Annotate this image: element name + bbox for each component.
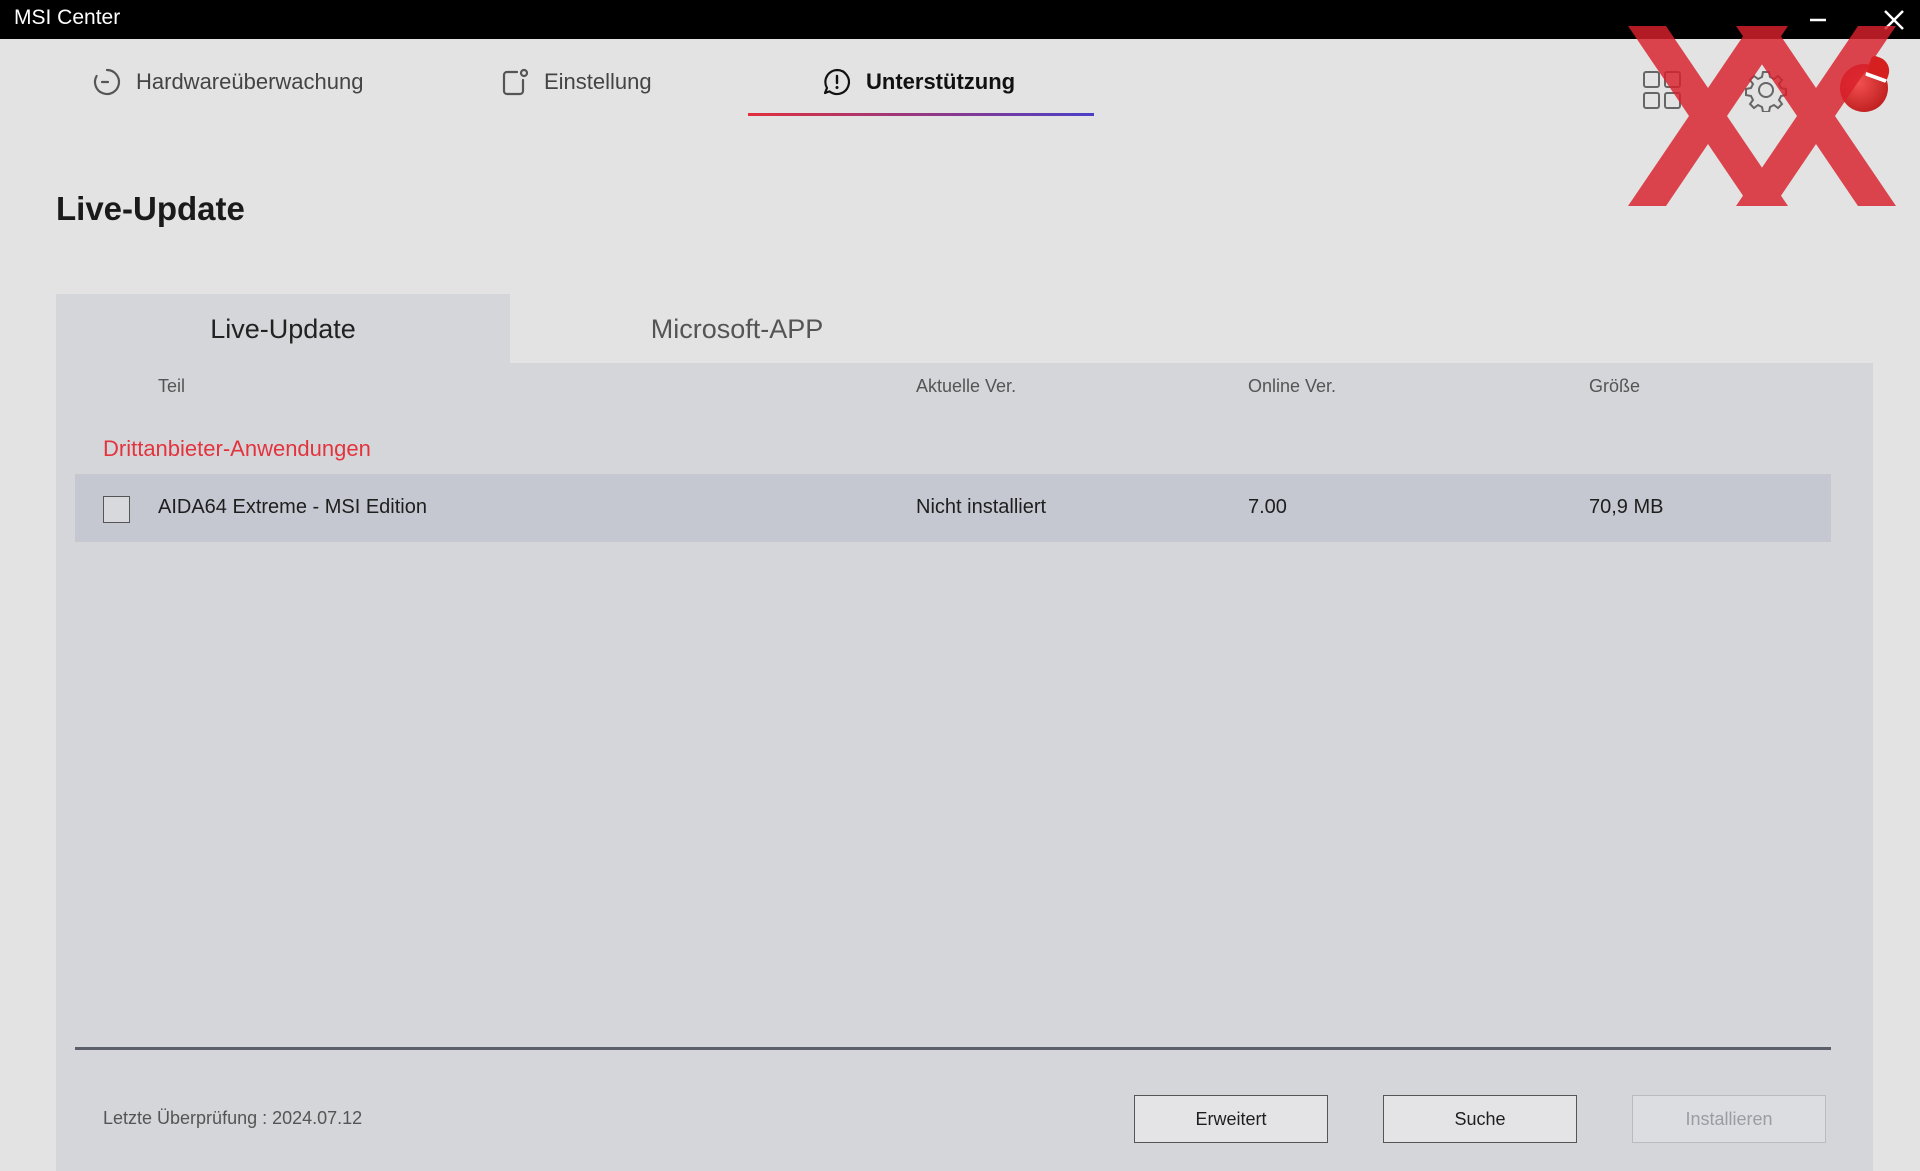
nav-support-label: Unterstützung bbox=[866, 69, 1016, 94]
panel-divider bbox=[75, 1047, 1831, 1050]
gear-icon bbox=[1745, 71, 1787, 113]
install-button[interactable]: Installieren bbox=[1632, 1095, 1826, 1143]
minimize-button[interactable] bbox=[1800, 4, 1836, 36]
search-button[interactable]: Suche bbox=[1383, 1095, 1577, 1143]
clock-icon bbox=[93, 68, 121, 96]
nav-hardware-monitoring-label: Hardwareüberwachung bbox=[136, 69, 364, 94]
active-tab-indicator bbox=[748, 113, 1094, 116]
column-header-current-version: Aktuelle Ver. bbox=[916, 376, 1017, 396]
settings-gear-button[interactable] bbox=[1744, 68, 1788, 117]
nav-settings-label: Einstellung bbox=[544, 69, 652, 94]
apps-grid-button[interactable] bbox=[1642, 70, 1682, 115]
nav-settings[interactable]: Einstellung bbox=[500, 62, 652, 102]
column-header-part: Teil bbox=[158, 376, 186, 396]
avatar[interactable] bbox=[1840, 64, 1888, 112]
group-label-third-party: Drittanbieter-Anwendungen bbox=[103, 436, 371, 461]
row-name: AIDA64 Extreme - MSI Edition bbox=[158, 496, 427, 518]
row-size: 70,9 MB bbox=[1589, 496, 1664, 518]
row-checkbox[interactable] bbox=[103, 496, 130, 523]
nav-support[interactable]: Unterstützung bbox=[822, 62, 1015, 102]
column-header-size: Größe bbox=[1589, 376, 1641, 396]
advanced-button[interactable]: Erweitert bbox=[1134, 1095, 1328, 1143]
apps-grid-icon bbox=[1643, 71, 1681, 109]
row-online-version: 7.00 bbox=[1248, 496, 1287, 518]
last-check-text: Letzte Überprüfung : 2024.07.12 bbox=[103, 1108, 363, 1128]
row-current-version: Nicht installiert bbox=[916, 496, 1047, 518]
minimize-icon bbox=[1810, 18, 1826, 22]
close-icon bbox=[1884, 10, 1904, 30]
nav-hardware-monitoring[interactable]: Hardwareüberwachung bbox=[92, 62, 363, 102]
tab-live-update[interactable]: Live-Update bbox=[56, 294, 510, 364]
settings-square-icon bbox=[502, 68, 529, 96]
tab-microsoft-app[interactable]: Microsoft-APP bbox=[510, 294, 964, 364]
alert-bubble-icon bbox=[823, 68, 851, 96]
title-bar: MSI Center bbox=[0, 0, 1920, 39]
page-title: Live-Update bbox=[56, 190, 245, 227]
column-header-online-version: Online Ver. bbox=[1248, 376, 1337, 396]
table-row[interactable]: AIDA64 Extreme - MSI Edition Nicht insta… bbox=[75, 474, 1831, 542]
app-title: MSI Center bbox=[14, 6, 121, 29]
close-button[interactable] bbox=[1876, 4, 1912, 36]
